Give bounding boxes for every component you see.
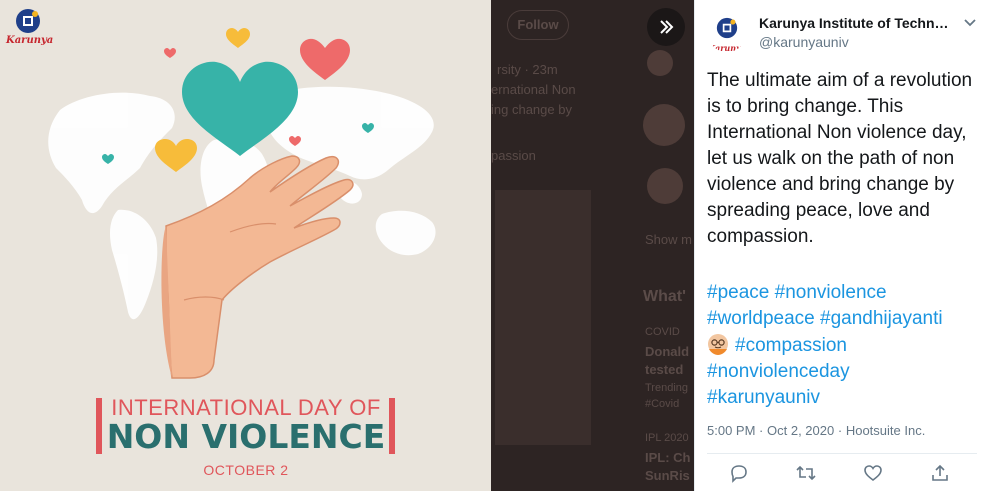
poster-title-line2: NON VIOLENCE bbox=[106, 417, 386, 456]
background-text: What' bbox=[643, 288, 686, 305]
author-handle[interactable]: @karunyauniv bbox=[759, 34, 849, 50]
hashtag-link[interactable]: #worldpeace bbox=[707, 308, 815, 329]
tweet-detail-panel: Karunya Karunya Institute of Technology … bbox=[694, 0, 987, 491]
tweet-text: The ultimate aim of a revolution is to b… bbox=[707, 70, 973, 247]
title-bar-left bbox=[96, 398, 102, 454]
tweet-source[interactable]: Hootsuite Inc. bbox=[846, 423, 926, 438]
background-text: COVID bbox=[645, 326, 680, 338]
background-avatar bbox=[643, 104, 685, 146]
retweet-button[interactable] bbox=[795, 462, 817, 484]
collapse-panel-button[interactable] bbox=[647, 8, 685, 46]
poster-date: OCTOBER 2 bbox=[203, 462, 289, 478]
background-text: Show m bbox=[645, 232, 692, 247]
hashtag-link[interactable]: #nonviolence bbox=[775, 282, 887, 303]
gandhi-emoji-icon bbox=[708, 333, 728, 355]
tweet-time[interactable]: 5:00 PM bbox=[707, 423, 755, 438]
karunya-logo-icon bbox=[16, 9, 40, 33]
background-text: ernational Non bbox=[491, 82, 576, 97]
background-text: IPL 2020 bbox=[645, 432, 689, 444]
meta-separator: · bbox=[837, 423, 843, 438]
tweet-media-image: Karunya INTERNATIONAL DAY OF NON VIOLENC… bbox=[0, 0, 491, 491]
hashtag-link[interactable]: #nonviolenceday bbox=[707, 361, 850, 382]
background-text: Donald bbox=[645, 344, 690, 359]
author-name[interactable]: Karunya Institute of Technology and Scie… bbox=[759, 15, 949, 31]
hashtag-link[interactable]: #gandhijayanti bbox=[820, 308, 943, 329]
heart-icon bbox=[864, 465, 882, 482]
avatar-logo-text: Karunya bbox=[708, 43, 746, 52]
reply-icon bbox=[731, 465, 747, 483]
divider bbox=[707, 453, 977, 454]
background-text: SunRis bbox=[645, 468, 690, 483]
karunya-logo: Karunya bbox=[6, 8, 54, 46]
background-avatar bbox=[647, 50, 673, 76]
tweet-options-button[interactable] bbox=[961, 14, 979, 32]
reply-button[interactable] bbox=[728, 462, 750, 484]
background-avatar bbox=[647, 168, 683, 204]
title-bar-right bbox=[389, 398, 395, 454]
background-text: #Covid bbox=[645, 398, 680, 410]
background-text: passion bbox=[491, 148, 536, 163]
background-card bbox=[495, 190, 591, 445]
tweet-date[interactable]: Oct 2, 2020 bbox=[767, 423, 834, 438]
meta-separator: · bbox=[759, 423, 764, 438]
hashtag-link[interactable]: #karunyauniv bbox=[707, 387, 820, 408]
background-follow-button: Follow bbox=[507, 10, 569, 40]
tweet-meta: 5:00 PM · Oct 2, 2020 · Hootsuite Inc. bbox=[707, 423, 925, 438]
logo-text: Karunya bbox=[6, 35, 54, 46]
background-text: ing change by bbox=[491, 102, 572, 117]
background-timeline-overlay: Follow rsity · 23m ernational Non ing ch… bbox=[491, 0, 694, 491]
karunya-logo-icon bbox=[716, 17, 738, 39]
chevron-down-icon bbox=[964, 19, 976, 27]
avatar[interactable]: Karunya bbox=[707, 12, 747, 52]
background-text: Trending bbox=[645, 382, 689, 394]
hashtag-link[interactable]: #compassion bbox=[735, 335, 847, 356]
double-chevron-right-icon bbox=[660, 20, 674, 34]
share-icon bbox=[932, 464, 948, 481]
background-text: tested bbox=[645, 362, 684, 377]
hashtag-link[interactable]: #peace bbox=[707, 282, 769, 303]
tweet-hashtags: #peace #nonviolence #worldpeace #gandhij… bbox=[707, 280, 985, 411]
like-button[interactable] bbox=[862, 462, 884, 484]
share-button[interactable] bbox=[929, 462, 951, 484]
retweet-icon bbox=[796, 465, 816, 481]
background-text: rsity · 23m bbox=[497, 62, 558, 77]
background-text: IPL: Ch bbox=[645, 450, 691, 465]
